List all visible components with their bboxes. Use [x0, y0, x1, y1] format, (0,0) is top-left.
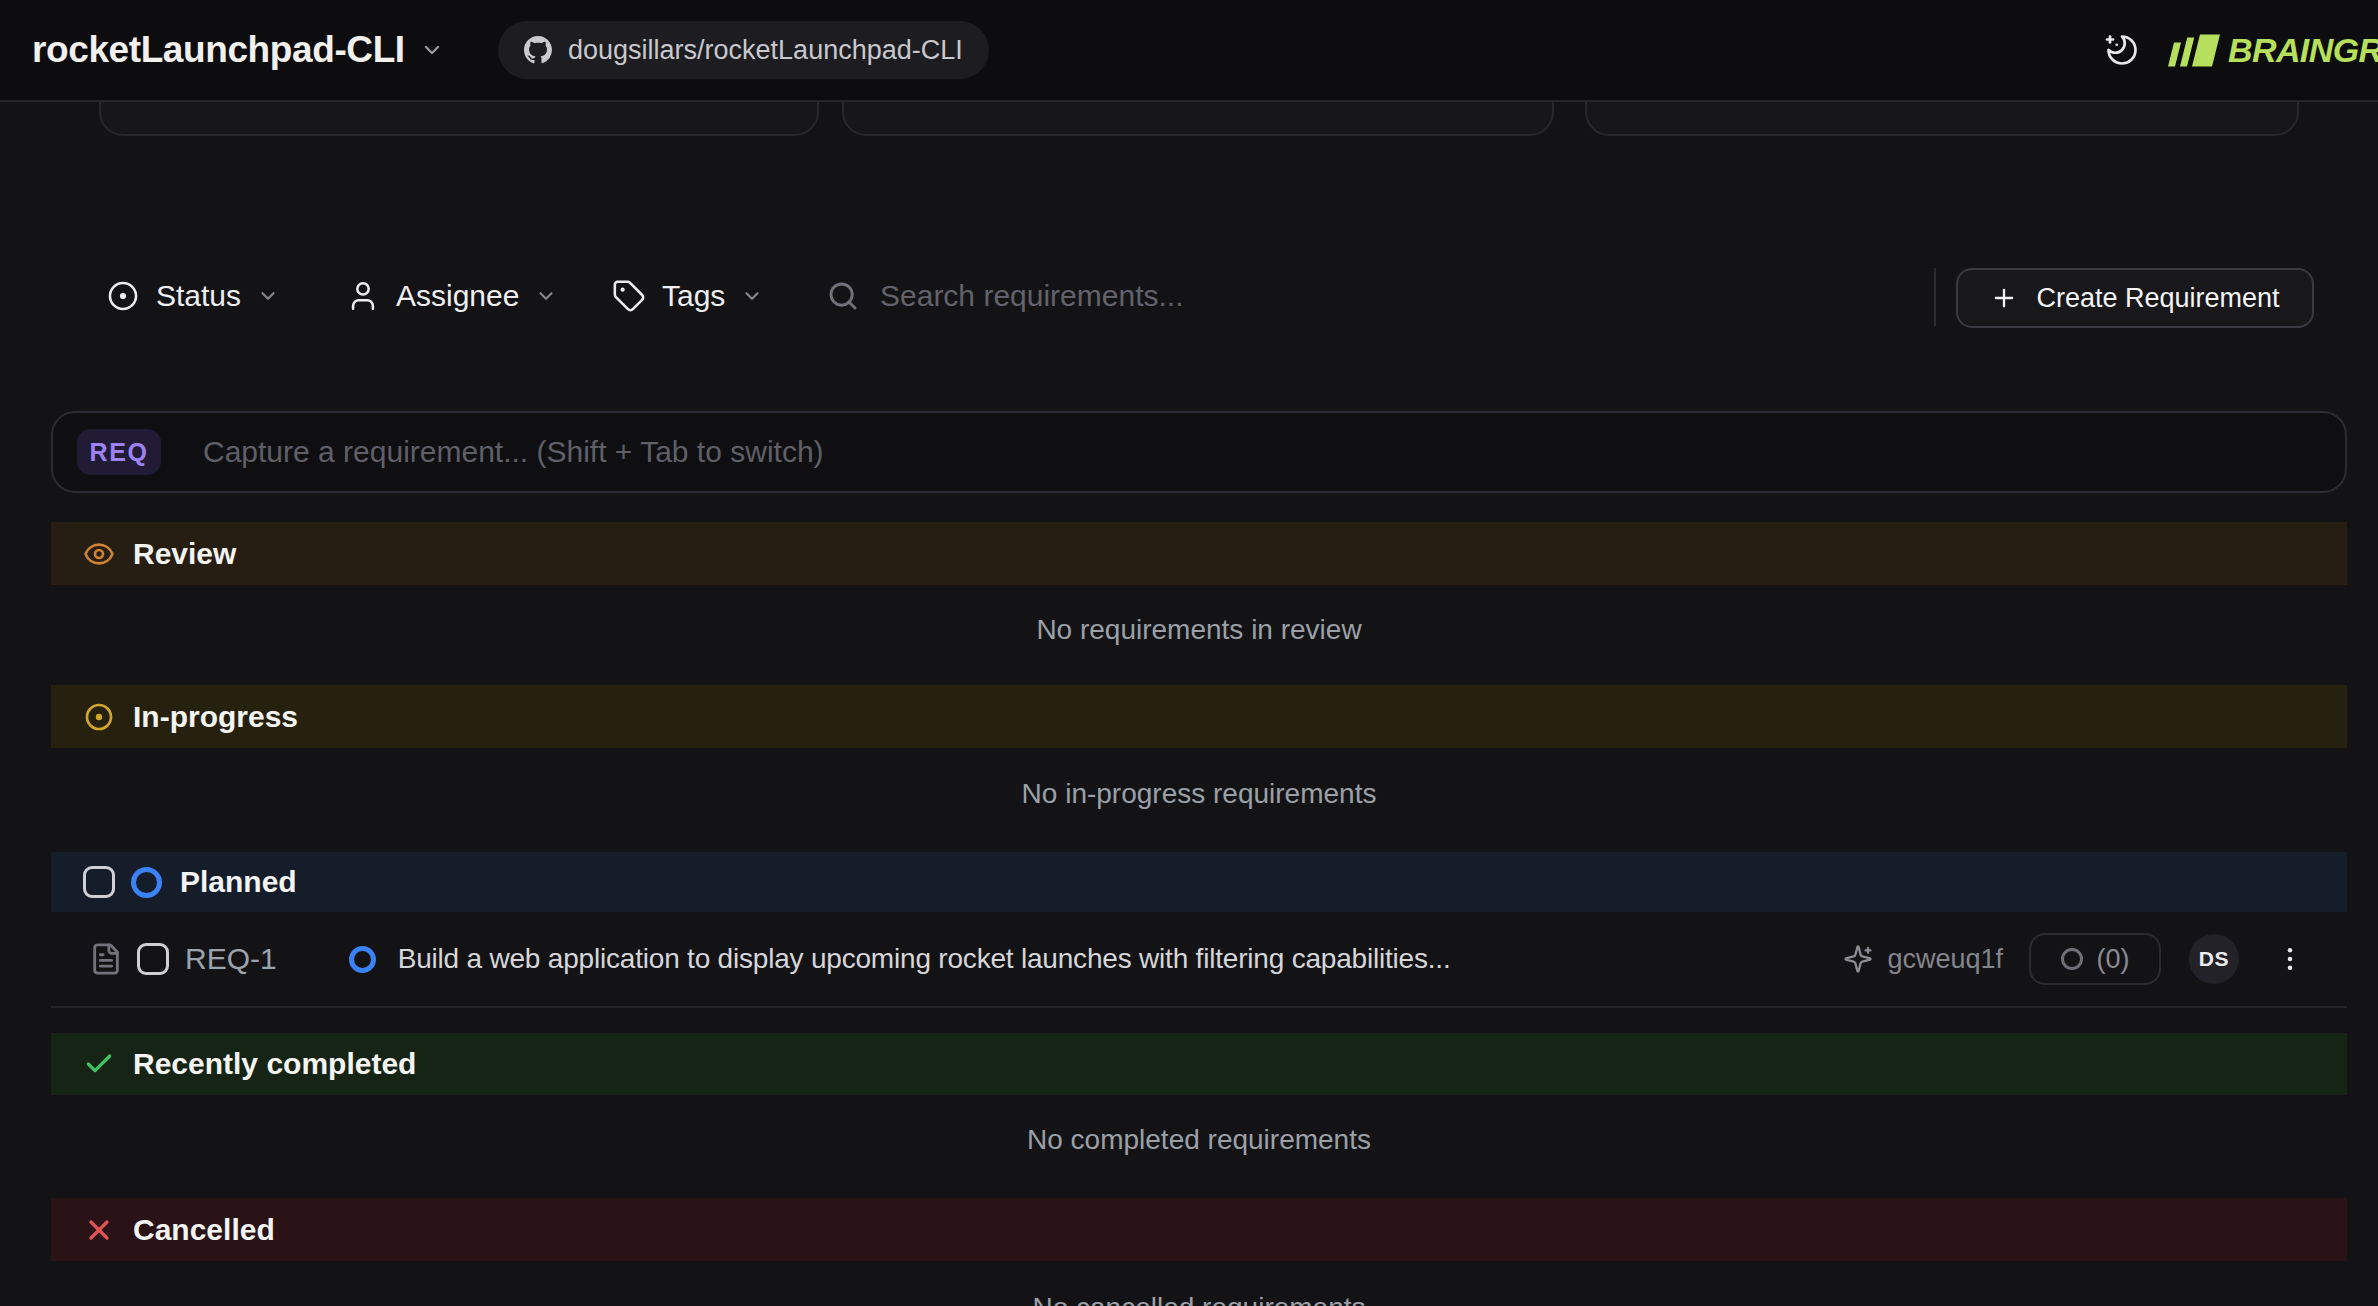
top-navbar: rocketLaunchpad-CLI dougsillars/rocketLa…	[0, 0, 2378, 102]
requirement-id: REQ-1	[185, 942, 277, 976]
req-badge: REQ	[77, 429, 161, 475]
eye-icon	[83, 538, 115, 570]
create-requirement-button[interactable]: Create Requirement	[1956, 268, 2314, 328]
empty-state-completed: No completed requirements	[51, 1124, 2347, 1156]
requirement-row[interactable]: REQ-1 Build a web application to display…	[51, 912, 2347, 1008]
status-filter-label: Status	[156, 279, 241, 313]
check-icon	[83, 1048, 115, 1080]
chevron-down-icon	[741, 285, 763, 307]
github-icon	[524, 36, 552, 64]
subtask-count-pill[interactable]: (0)	[2029, 933, 2161, 985]
plus-icon	[1990, 284, 2018, 312]
search-input[interactable]: Search requirements...	[826, 258, 1183, 334]
braingrid-logo-text: BRAINGRID	[2228, 31, 2378, 70]
section-header-cancelled[interactable]: Cancelled	[51, 1198, 2347, 1261]
empty-state-review: No requirements in review	[51, 614, 2347, 646]
assignee-filter-label: Assignee	[396, 279, 519, 313]
status-icon-planned	[349, 946, 376, 973]
file-text-icon	[89, 942, 123, 976]
braingrid-logo-mark	[2168, 34, 2220, 66]
select-all-checkbox[interactable]	[83, 866, 115, 898]
capture-requirement-input[interactable]: REQ Capture a requirement... (Shift + Ta…	[51, 411, 2347, 493]
avatar[interactable]: DS	[2189, 934, 2239, 984]
capture-placeholder: Capture a requirement... (Shift + Tab to…	[203, 435, 824, 469]
chevron-down-icon[interactable]	[420, 38, 444, 62]
search-icon	[826, 279, 860, 313]
section-label: Cancelled	[133, 1213, 275, 1247]
divider	[1934, 268, 1936, 326]
subtask-count: (0)	[2097, 944, 2130, 975]
section-label: Planned	[180, 865, 297, 899]
user-icon	[346, 279, 380, 313]
empty-state-in-progress: No in-progress requirements	[51, 778, 2347, 810]
circle-dot-icon	[106, 279, 140, 313]
section-header-completed[interactable]: Recently completed	[51, 1033, 2347, 1095]
section-header-review[interactable]: Review	[51, 522, 2347, 585]
x-icon	[83, 1214, 115, 1246]
braingrid-logo: BRAINGRID	[2172, 31, 2378, 70]
section-header-planned[interactable]: Planned	[51, 852, 2347, 912]
chevron-down-icon	[257, 285, 279, 307]
requirement-title[interactable]: Build a web application to display upcom…	[398, 943, 1451, 975]
tags-filter[interactable]: Tags	[612, 258, 763, 334]
circle-dot-icon	[83, 701, 115, 733]
repo-name: dougsillars/rocketLaunchpad-CLI	[568, 35, 963, 66]
tags-filter-label: Tags	[662, 279, 725, 313]
ellipsis-vertical-icon[interactable]	[2275, 944, 2305, 974]
search-placeholder: Search requirements...	[880, 279, 1183, 313]
planned-status-icon	[131, 867, 162, 898]
repo-badge[interactable]: dougsillars/rocketLaunchpad-CLI	[498, 21, 989, 79]
sparkles-icon	[1843, 944, 1873, 974]
project-title: rocketLaunchpad-CLI	[32, 29, 405, 71]
requirement-checkbox[interactable]	[137, 943, 169, 975]
requirement-ref: gcweuq1f	[1887, 944, 2003, 975]
section-label: Recently completed	[133, 1047, 416, 1081]
circle-icon	[2061, 948, 2083, 970]
assignee-filter[interactable]: Assignee	[346, 258, 557, 334]
theme-toggle-icon[interactable]	[2104, 32, 2140, 68]
empty-state-cancelled: No cancelled requirements	[51, 1292, 2347, 1306]
section-label: Review	[133, 537, 236, 571]
section-label: In-progress	[133, 700, 298, 734]
chevron-down-icon	[535, 285, 557, 307]
section-header-in-progress[interactable]: In-progress	[51, 685, 2347, 748]
status-filter[interactable]: Status	[106, 258, 279, 334]
tag-icon	[612, 279, 646, 313]
